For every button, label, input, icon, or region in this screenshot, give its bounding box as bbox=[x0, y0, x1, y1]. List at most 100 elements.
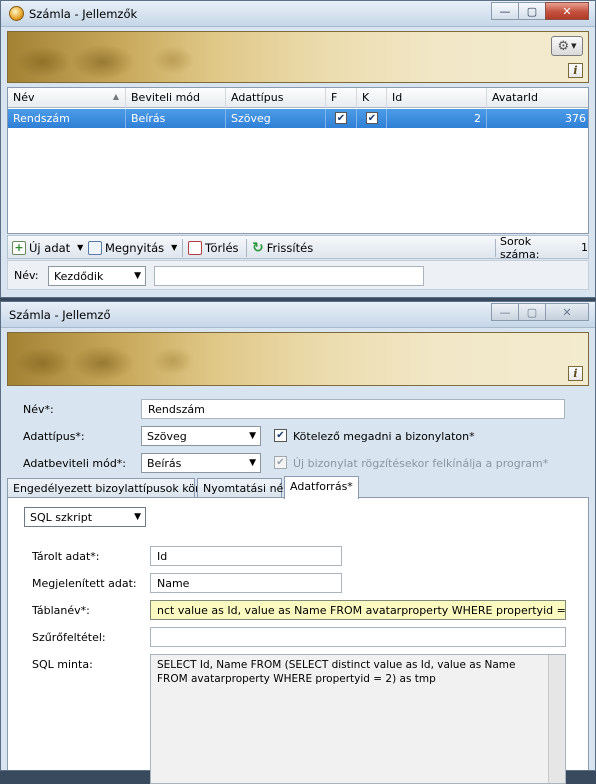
window-title: Számla - Jellemző bbox=[9, 308, 111, 322]
toolbar-divider bbox=[246, 239, 247, 257]
megjelenitett-input[interactable]: Name bbox=[150, 573, 342, 593]
adatforras-panel: SQL szkript ▼ Tárolt adat*: Id Megjelenít… bbox=[7, 497, 589, 784]
settings-button[interactable]: ⚙ ▼ bbox=[551, 36, 583, 56]
grid-header: Név ▲ Beviteli mód Adattípus F K Id Avata… bbox=[8, 88, 588, 108]
window-title: Számla - Jellemzők bbox=[29, 7, 138, 21]
cell-adattipus: Szöveg bbox=[226, 109, 326, 128]
datasource-type-select[interactable]: SQL szkript ▼ bbox=[24, 507, 146, 527]
checkbox-k[interactable]: ✔ bbox=[366, 112, 378, 124]
delete-label: Törlés bbox=[205, 240, 239, 255]
toolbar-divider bbox=[495, 239, 496, 257]
toolbar-divider bbox=[182, 239, 183, 257]
kotelezo-checkbox[interactable]: ✔ bbox=[274, 429, 287, 442]
checkbox-f[interactable]: ✔ bbox=[335, 112, 347, 124]
column-header-id[interactable]: Id bbox=[387, 88, 487, 108]
delete-icon bbox=[188, 240, 202, 255]
row-count-value: 1 bbox=[581, 241, 588, 254]
szuro-label: Szűrőfeltétel: bbox=[32, 631, 106, 644]
sort-asc-icon: ▲ bbox=[112, 92, 119, 101]
beviteli-value: Beírás bbox=[147, 457, 182, 470]
maximize-button[interactable]: ▢ bbox=[518, 303, 545, 321]
title-bar[interactable]: Számla - Jellemző — ▢ ✕ bbox=[1, 302, 595, 328]
adattipus-select[interactable]: Szöveg ▼ bbox=[141, 426, 261, 446]
beviteli-select[interactable]: Beírás ▼ bbox=[141, 453, 261, 473]
app-icon bbox=[9, 6, 24, 21]
column-header-f[interactable]: F bbox=[326, 88, 357, 108]
close-button[interactable]: ✕ bbox=[545, 303, 589, 321]
column-header-avatarid[interactable]: AvatarId bbox=[487, 88, 591, 108]
close-button[interactable]: ✕ bbox=[545, 2, 589, 20]
open-button[interactable]: Megnyitás ▼ bbox=[88, 239, 177, 256]
tablanev-label: Táblanév*: bbox=[32, 604, 90, 617]
filter-bar: Név: Kezdődik ▼ bbox=[7, 260, 589, 290]
refresh-label: Frissítés bbox=[266, 240, 314, 255]
info-icon[interactable]: i bbox=[568, 63, 583, 78]
chevron-down-icon[interactable]: ▼ bbox=[77, 243, 83, 252]
cell-nev: Rendszám bbox=[8, 109, 126, 128]
chevron-down-icon: ▼ bbox=[249, 431, 256, 441]
chevron-down-icon: ▼ bbox=[134, 271, 141, 281]
cell-avatarid: 376 bbox=[565, 112, 586, 125]
nev-label: Név*: bbox=[23, 403, 54, 416]
chevron-down-icon: ▼ bbox=[249, 458, 256, 468]
tab-nyomtatasi-nev[interactable]: Nyomtatási név bbox=[197, 478, 290, 498]
sql-text: SELECT Id, Name FROM (SELECT distinct va… bbox=[157, 659, 516, 685]
properties-grid: Név ▲ Beviteli mód Adattípus F K Id Avata… bbox=[7, 87, 589, 234]
adattipus-value: Szöveg bbox=[147, 430, 187, 443]
new-button[interactable]: + Új adat ▼ bbox=[12, 239, 83, 256]
datasource-type-value: SQL szkript bbox=[30, 511, 93, 524]
sql-label: SQL minta: bbox=[32, 658, 93, 671]
title-bar[interactable]: Számla - Jellemzők — ▢ ✕ bbox=[1, 1, 595, 27]
chevron-down-icon: ▼ bbox=[571, 42, 577, 50]
minimize-button[interactable]: — bbox=[491, 2, 518, 20]
tarolt-input[interactable]: Id bbox=[150, 546, 342, 566]
column-header-beviteli-mod[interactable]: Beviteli mód bbox=[126, 88, 226, 108]
column-header-adattipus[interactable]: Adattípus bbox=[226, 88, 326, 108]
column-header-k[interactable]: K bbox=[357, 88, 387, 108]
gear-icon: ⚙ bbox=[557, 38, 570, 54]
nev-input[interactable]: Rendszám bbox=[141, 399, 565, 419]
open-icon bbox=[88, 240, 102, 255]
tablanev-input[interactable]: nct value as Id, value as Name FROM avat… bbox=[150, 600, 566, 620]
open-label: Megnyitás bbox=[105, 240, 165, 255]
header-banner: i bbox=[7, 332, 589, 386]
adattipus-label: Adattípus*: bbox=[23, 430, 85, 443]
row-count: Sorok száma: 1 bbox=[500, 235, 588, 261]
tarolt-label: Tárolt adat*: bbox=[32, 550, 100, 563]
maximize-button[interactable]: ▢ bbox=[518, 2, 545, 20]
new-label: Új adat bbox=[29, 240, 71, 255]
filter-mode-select[interactable]: Kezdődik ▼ bbox=[48, 266, 146, 286]
chevron-down-icon[interactable]: ▼ bbox=[171, 243, 177, 252]
row-count-label: Sorok száma: bbox=[500, 234, 540, 261]
chevron-down-icon: ▼ bbox=[134, 512, 141, 522]
szuro-input[interactable] bbox=[150, 627, 566, 647]
column-header-nev[interactable]: Név ▲ bbox=[8, 88, 126, 108]
filter-input[interactable] bbox=[154, 266, 424, 286]
cell-f: ✔ bbox=[326, 109, 357, 128]
tab-engedelyezett[interactable]: Engedélyezett bizoylattípusok köre* bbox=[7, 478, 212, 498]
jellemzo-window: Számla - Jellemző — ▢ ✕ i Név*: Rendszám… bbox=[0, 301, 596, 784]
cell-k: ✔ bbox=[357, 109, 387, 128]
delete-button[interactable]: Törlés bbox=[188, 239, 239, 256]
grid-toolbar: + Új adat ▼ Megnyitás ▼ Törlés ↻ Frissít… bbox=[7, 235, 589, 261]
minimize-button[interactable]: — bbox=[491, 303, 518, 321]
table-row[interactable]: Rendszám Beírás Szöveg ✔ ✔ 2 376 bbox=[8, 109, 588, 128]
filter-mode-value: Kezdődik bbox=[54, 270, 104, 283]
uj-bizonylat-label: Új bizonylat rögzítésekor felkínálja a p… bbox=[293, 457, 549, 470]
refresh-icon: ↻ bbox=[252, 239, 264, 256]
scrollbar[interactable] bbox=[548, 655, 565, 783]
cell-beviteli-mod: Beírás bbox=[126, 109, 226, 128]
info-icon[interactable]: i bbox=[568, 366, 583, 381]
kotelezo-label: Kötelező megadni a bizonylaton* bbox=[293, 430, 475, 443]
megjelenitett-label: Megjelenített adat: bbox=[32, 577, 137, 590]
filter-label: Név: bbox=[14, 269, 39, 282]
refresh-button[interactable]: ↻ Frissítés bbox=[252, 239, 313, 256]
header-banner: ⚙ ▼ i bbox=[7, 31, 589, 83]
tab-adatforras[interactable]: Adatforrás* bbox=[284, 476, 359, 499]
add-icon: + bbox=[12, 240, 26, 255]
sql-textarea[interactable]: SELECT Id, Name FROM (SELECT distinct va… bbox=[150, 654, 566, 784]
beviteli-label: Adatbeviteli mód*: bbox=[23, 457, 127, 470]
cell-id: 2 bbox=[387, 109, 487, 128]
jellemzok-window: Számla - Jellemzők — ▢ ✕ ⚙ ▼ i Név ▲ Bevit… bbox=[0, 0, 596, 298]
uj-bizonylat-checkbox[interactable]: ✔ bbox=[274, 456, 287, 469]
